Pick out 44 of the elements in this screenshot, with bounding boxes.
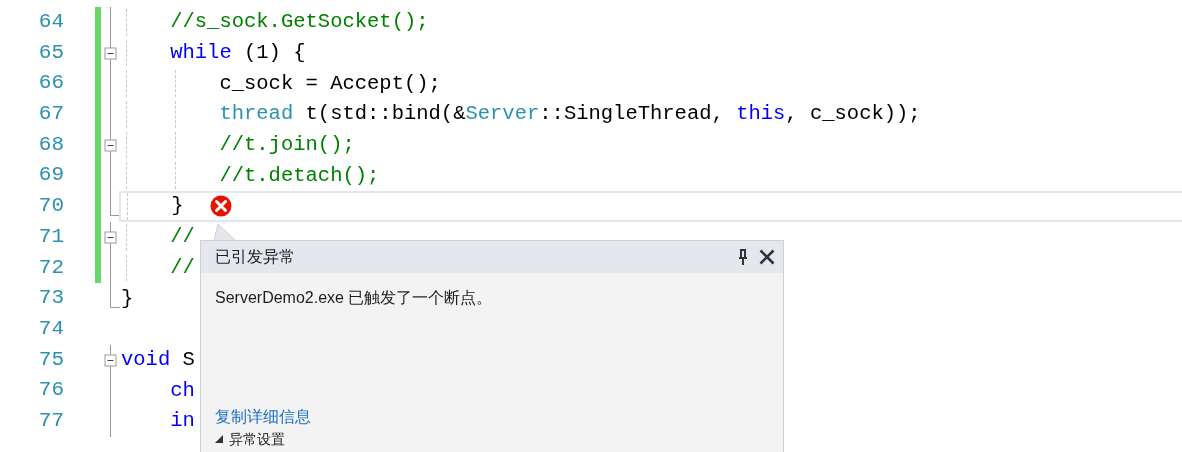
line-number: 71 [37, 223, 64, 250]
code-line: in [169, 408, 195, 435]
line-number: 72 [37, 254, 64, 281]
code-line: // [169, 254, 195, 281]
collapse-icon[interactable] [104, 221, 117, 253]
code-line: c_sock = Accept(); [218, 70, 441, 97]
line-number: 77 [37, 407, 64, 434]
code-line: //s_sock.GetSocket(); [169, 9, 429, 36]
pin-icon[interactable] [737, 248, 749, 266]
code-line: thread t(std::bind(&Server::SingleThread, this, c_sock)); [218, 101, 921, 128]
code-line: //t.join(); [218, 132, 355, 159]
close-icon[interactable] [759, 249, 775, 265]
popup-title: 已引发异常 [215, 246, 296, 267]
copy-details-link[interactable]: 复制详细信息 [215, 407, 311, 427]
line-number: 73 [37, 285, 64, 312]
code-line: } [121, 285, 134, 312]
section-title[interactable]: 异常设置 [229, 431, 285, 447]
expand-triangle-icon[interactable] [215, 435, 223, 443]
line-number: 64 [37, 9, 64, 35]
line-number: 74 [37, 315, 64, 342]
code-line: } [170, 193, 184, 220]
code-line: //t.detach(); [218, 162, 380, 189]
code-line: ch [169, 377, 195, 404]
fold-guide-line [110, 252, 111, 284]
fold-guide-line [110, 7, 111, 38]
collapse-icon[interactable] [104, 37, 117, 69]
fold-end-line [110, 191, 120, 217]
fold-guide-line [110, 160, 111, 192]
error-icon[interactable] [209, 195, 232, 218]
code-line: // [169, 224, 195, 251]
line-number: 68 [37, 131, 64, 158]
line-number: 70 [37, 193, 64, 220]
code-line: while (1) { [169, 40, 306, 67]
collapse-icon[interactable] [104, 344, 117, 376]
fold-end-line [110, 283, 120, 309]
line-number: 75 [37, 346, 64, 373]
code-line: void S [121, 346, 195, 373]
line-number: 65 [37, 39, 64, 66]
line-number: 76 [37, 377, 64, 404]
line-number: 67 [37, 101, 64, 128]
exception-message: ServerDemo2.exe 已触发了一个断点。 [215, 288, 494, 308]
collapse-icon[interactable] [104, 129, 117, 161]
line-number: 69 [37, 162, 64, 189]
line-number: 66 [37, 70, 64, 97]
